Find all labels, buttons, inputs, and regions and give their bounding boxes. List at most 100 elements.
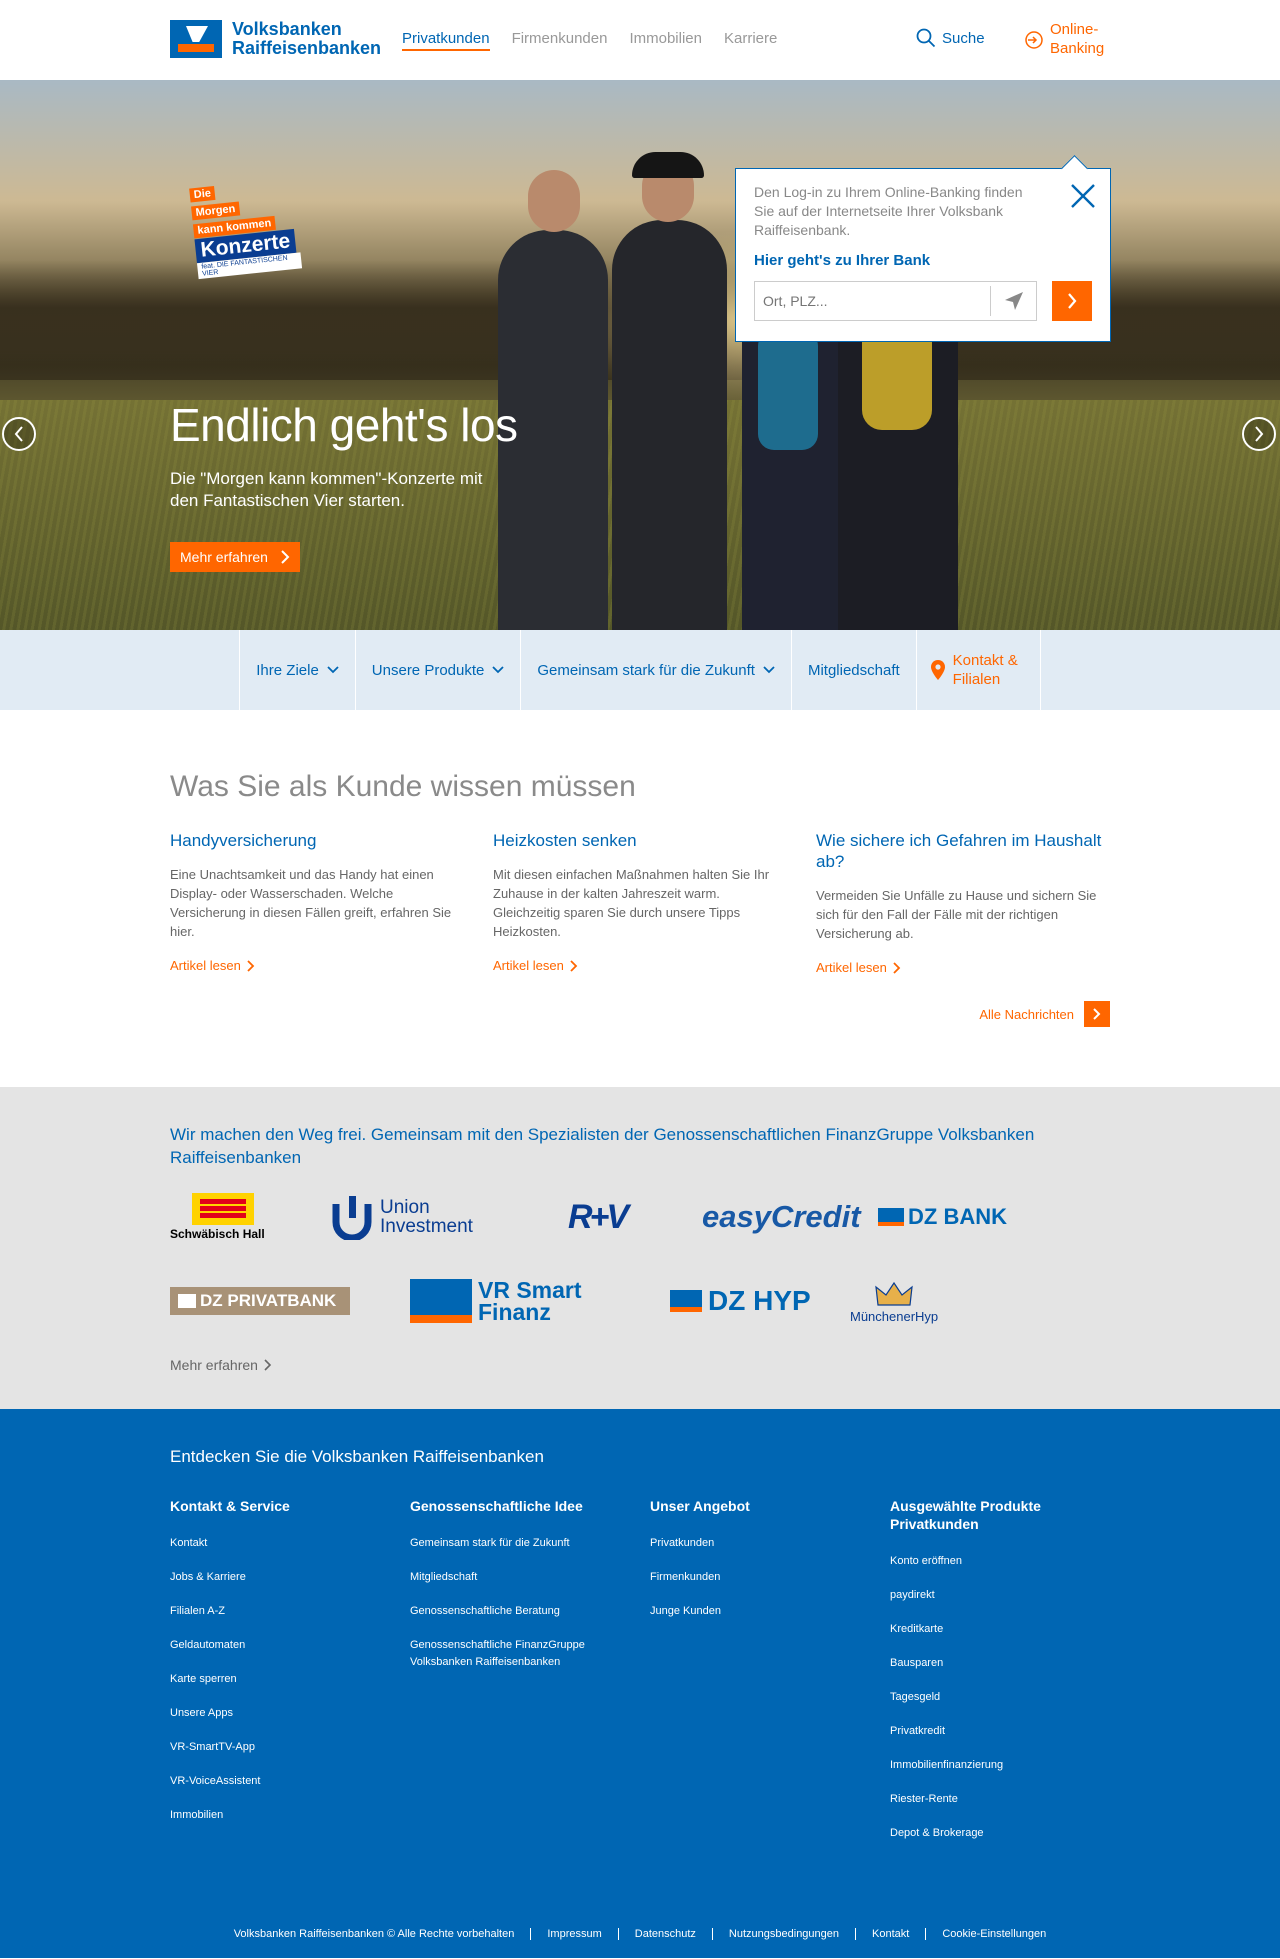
footer-link-impressum[interactable]: Impressum [530,1928,617,1940]
footer-link[interactable]: Riester-Rente [890,1791,1090,1808]
popup-submit-button[interactable] [1052,281,1092,321]
footer-link[interactable]: Geldautomaten [170,1637,370,1654]
chevron-right-icon [1093,1008,1101,1020]
chevron-down-icon [763,666,775,674]
dz-hyp-label: DZ HYP [708,1285,811,1316]
article-read-label: Artikel lesen [493,958,564,973]
online-banking-button[interactable]: Online- Banking [1024,20,1104,58]
footer-link[interactable]: Firmenkunden [650,1569,850,1586]
all-news-link[interactable]: Alle Nachrichten [170,1001,1110,1027]
nav-privatkunden[interactable]: Privatkunden [402,30,490,51]
subnav-gemeinsam-stark[interactable]: Gemeinsam stark für die Zukunft [520,630,791,710]
footer-link[interactable]: VR-VoiceAssistent [170,1773,370,1790]
locate-button[interactable] [990,286,1036,316]
footer-link[interactable]: VR-SmartTV-App [170,1739,370,1756]
news-article: Wie sichere ich Gefahren im Haushalt ab?… [816,830,1139,977]
footer-link[interactable]: Karte sperren [170,1671,370,1688]
footer-link[interactable]: Mitgliedschaft [410,1569,610,1586]
article-read-link[interactable]: Artikel lesen [170,958,255,973]
subnav-ihre-ziele[interactable]: Ihre Ziele [239,630,355,710]
vr-smart-finanz-logo[interactable]: VR Smart Finanz [410,1279,670,1325]
footer-link[interactable]: Genossenschaftliche FinanzGruppe Volksba… [410,1637,610,1671]
news-title: Was Sie als Kunde wissen müssen [170,770,636,803]
slider-prev-button[interactable] [2,417,36,451]
hero-more-button[interactable]: Mehr erfahren [170,542,300,572]
union-investment-logo[interactable]: Union Investment [332,1194,568,1240]
search-button[interactable]: Suche [916,28,985,48]
footer-title: Entdecken Sie die Volksbanken Raiffeisen… [170,1447,544,1466]
news-article: Handyversicherung Eine Unachtsamkeit und… [170,830,493,977]
dz-bank-logo[interactable]: DZ BANK [878,1204,1007,1230]
rv-logo[interactable]: R+V [568,1198,702,1237]
article-text: Vermeiden Sie Unfälle zu Hause und siche… [816,888,1097,941]
chevron-right-icon [1068,293,1077,309]
subnav-unsere-produkte[interactable]: Unsere Produkte [354,630,521,710]
chevron-right-icon [570,959,578,972]
nav-firmenkunden[interactable]: Firmenkunden [512,30,608,51]
footer-link[interactable]: Kreditkarte [890,1621,1090,1638]
muenchener-hyp-label: MünchenerHyp [850,1308,939,1324]
footer-link[interactable]: Junge Kunden [650,1603,850,1620]
footer-link[interactable]: Immobilienfinanzierung [890,1757,1090,1774]
subnav-mitgliedschaft[interactable]: Mitgliedschaft [790,630,916,710]
footer-link-cookies[interactable]: Cookie-Einstellungen [925,1928,1062,1940]
footer-col-heading: Kontakt & Service [170,1498,290,1514]
footer-link-datenschutz[interactable]: Datenschutz [617,1928,712,1940]
footer-link-kontakt[interactable]: Kontakt [855,1928,925,1940]
article-title[interactable]: Heizkosten senken [493,830,793,851]
footer-bottom-bar: Volksbanken Raiffeisenbanken © Alle Rech… [0,1928,1280,1940]
hero-more-label: Mehr erfahren [180,549,268,565]
brand-logo[interactable]: Volksbanken Raiffeisenbanken [170,20,381,58]
footer-link[interactable]: Privatkunden [650,1535,850,1552]
article-read-link[interactable]: Artikel lesen [816,960,901,975]
kontakt-label: Kontakt & Filialen [953,651,1018,689]
nav-karriere[interactable]: Karriere [724,30,777,51]
footer-link[interactable]: Unsere Apps [170,1705,370,1722]
dz-hyp-logo[interactable]: DZ HYP [670,1285,850,1317]
popup-close-button[interactable] [1070,183,1096,214]
union-line1: Union [380,1197,430,1218]
footer-columns: Kontakt & Service Kontakt Jobs & Karrier… [170,1497,1280,1859]
online-banking-popup: Den Log-in zu Ihrem Online-Banking finde… [735,168,1111,342]
article-title[interactable]: Wie sichere ich Gefahren im Haushalt ab? [816,830,1116,872]
location-input[interactable] [755,282,991,320]
dz-privatbank-label: DZ PRIVATBANK [200,1291,337,1310]
muenchener-hyp-logo[interactable]: MünchenerHyp [850,1279,938,1324]
vr-smart-line2: Finanz [478,1299,551,1325]
schwaebisch-hall-logo[interactable]: Schwäbisch Hall [170,1193,322,1241]
news-article: Heizkosten senken Mit diesen einfachen M… [493,830,816,977]
subnav-label: Mitgliedschaft [807,661,900,679]
footer-link[interactable]: Jobs & Karriere [170,1569,370,1586]
footer-col-heading: Genossenschaftliche Idee [410,1498,583,1514]
chevron-down-icon [492,666,504,674]
article-read-link[interactable]: Artikel lesen [493,958,578,973]
footer-link[interactable]: Bausparen [890,1655,1090,1672]
online-banking-label: Online- Banking [1050,20,1104,58]
slider-next-button[interactable] [1242,417,1276,451]
partners-more-link[interactable]: Mehr erfahren [170,1357,272,1373]
dz-privatbank-logo[interactable]: DZ PRIVATBANK [170,1287,350,1315]
footer-link[interactable]: Filialen A-Z [170,1603,370,1620]
crown-icon [875,1281,913,1306]
concert-badge: Die Morgen kann kommen Konzerte feat. DI… [189,175,303,280]
article-title[interactable]: Handyversicherung [170,830,470,851]
footer-link[interactable]: Gemeinsam stark für die Zukunft [410,1535,610,1552]
footer-link[interactable]: Genossenschaftliche Beratung [410,1603,610,1620]
footer-link[interactable]: paydirekt [890,1587,1090,1604]
popup-input-wrapper [754,281,1038,321]
footer-link[interactable]: Kontakt [170,1535,370,1552]
footer-link[interactable]: Immobilien [170,1807,370,1824]
footer-link[interactable]: Depot & Brokerage [890,1825,1090,1842]
footer-link[interactable]: Privatkredit [890,1723,1090,1740]
subnav-kontakt-filialen[interactable]: Kontakt & Filialen [915,630,1041,710]
vr-logo-icon [410,1279,472,1323]
partners-more-label: Mehr erfahren [170,1357,258,1373]
footer-link-nutzungsbedingungen[interactable]: Nutzungsbedingungen [711,1928,855,1940]
easycredit-logo[interactable]: easyCredit [702,1199,878,1235]
footer-link[interactable]: Konto eröffnen [890,1553,1090,1570]
footer-link[interactable]: Tagesgeld [890,1689,1090,1706]
popup-bank-link[interactable]: Hier geht's zu Ihrer Bank [754,252,1092,269]
nav-immobilien[interactable]: Immobilien [629,30,702,51]
chevron-down-icon [327,666,339,674]
chevron-right-icon [893,961,901,974]
